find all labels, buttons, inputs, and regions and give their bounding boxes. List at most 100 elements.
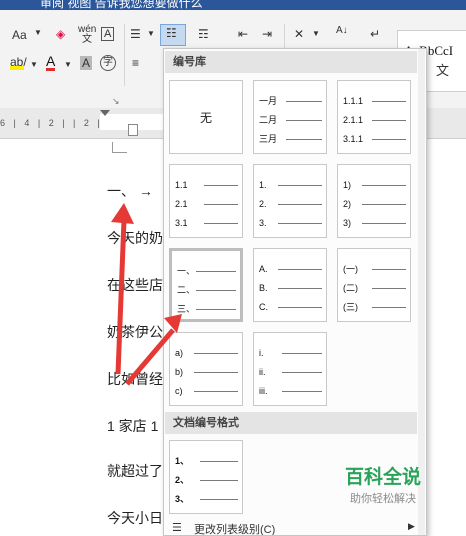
tile-placeholder-line — [278, 269, 322, 270]
tile-row: 三月 — [259, 133, 322, 145]
tile-placeholder-line — [200, 480, 238, 481]
clear-format-icon[interactable]: ◈ — [56, 27, 65, 41]
char-border-button[interactable]: A — [101, 27, 115, 41]
side-text: 文 — [436, 63, 450, 78]
tile-row: 二月 — [259, 114, 322, 126]
doc-format-tile[interactable]: 1、 2、 3、 — [169, 440, 243, 514]
increase-indent-icon[interactable]: ⇥ — [262, 27, 272, 41]
tile-placeholder-line — [372, 269, 406, 270]
tile-row: b) — [175, 366, 238, 378]
tile-number-label: 1) — [343, 180, 352, 190]
tile-number-label: 2.1.1 — [343, 115, 364, 125]
char-shading-button[interactable]: A — [80, 56, 93, 70]
multilevel-list-icon[interactable]: ☶ — [198, 27, 209, 41]
tile-row: 3.1 — [175, 217, 238, 229]
font-color-dropdown-icon[interactable]: ▼ — [64, 60, 72, 69]
doc-line: 比如曾经 — [107, 371, 163, 387]
font-color-button[interactable]: A — [46, 54, 56, 71]
tile-number-label: iii. — [259, 386, 268, 396]
tile-placeholder-line — [194, 391, 238, 392]
tile-row: 2、 — [175, 474, 238, 486]
tile-placeholder-line — [282, 372, 322, 373]
dialog-launcher-icon[interactable]: ↘ — [112, 96, 120, 107]
tile-row: (一) — [343, 263, 406, 275]
tile-row: 2.1.1 — [343, 114, 406, 126]
tile-row: 2.1 — [175, 198, 238, 210]
tile-row: (二) — [343, 282, 406, 294]
chinese-layout-icon[interactable]: ✕ — [294, 27, 304, 41]
numbering-tile[interactable]: 1.1 2.1 3.1 — [169, 164, 243, 238]
tile-number-label: 3) — [343, 218, 352, 228]
tile-placeholder-line — [196, 290, 236, 291]
chinese-layout-dropdown-icon[interactable]: ▼ — [312, 29, 320, 38]
phonetic-guide-button[interactable]: wén文 — [78, 25, 96, 45]
tile-row: 1) — [343, 179, 406, 191]
enclose-char-button[interactable]: 字 — [100, 55, 116, 71]
tile-placeholder-line — [282, 353, 322, 354]
tile-row: 1、 — [175, 455, 238, 467]
numbering-tile[interactable]: 一月 二月 三月 — [253, 80, 327, 154]
tile-number-label: 3. — [259, 218, 267, 228]
tile-row: 2) — [343, 198, 406, 210]
watermark-title: 百科全说 — [344, 467, 421, 488]
numbering-tile[interactable]: (一) (二) (三) — [337, 248, 411, 322]
tile-row: A. — [259, 263, 322, 275]
list-level-icon: ☰ — [172, 522, 182, 534]
tile-number-label: C. — [259, 302, 268, 312]
numbering-tile[interactable]: A. B. C. — [253, 248, 327, 322]
sort-icon[interactable]: A↓ — [336, 25, 348, 36]
numbering-tile-none[interactable]: 无 — [169, 80, 243, 154]
bullets-dropdown-icon[interactable]: ▼ — [147, 29, 155, 38]
highlight-icon[interactable]: ab/ — [10, 55, 27, 69]
first-line-indent-marker[interactable] — [100, 110, 110, 116]
tile-row: 1.1 — [175, 179, 238, 191]
numbering-tile[interactable]: a) b) c) — [169, 332, 243, 406]
hanging-indent-marker[interactable] — [128, 124, 138, 136]
show-marks-icon[interactable]: ↵ — [370, 27, 380, 41]
bullets-icon[interactable]: ☰ — [130, 27, 141, 41]
tile-number-label: (三) — [343, 302, 358, 312]
highlight-dropdown-icon[interactable]: ▼ — [30, 60, 38, 69]
tile-placeholder-line — [286, 101, 322, 102]
watermark-subtitle: 助你轻松解决 — [350, 493, 416, 505]
tile-placeholder-line — [200, 499, 238, 500]
tile-placeholder-line — [278, 288, 322, 289]
tile-number-label: 2.1 — [175, 199, 188, 209]
tile-number-label: 一、 — [177, 266, 196, 276]
tile-placeholder-line — [372, 288, 406, 289]
numbering-tile[interactable]: 1. 2. 3. — [253, 164, 327, 238]
align-left-icon[interactable]: ≡ — [132, 56, 139, 70]
tile-row: 2. — [259, 198, 322, 210]
tile-placeholder-line — [286, 120, 322, 121]
doc-formats-header: 文档编号格式 — [165, 412, 417, 434]
change-case-button[interactable]: Aa — [12, 28, 27, 42]
numbering-tile[interactable]: i. ii. iii. — [253, 332, 327, 406]
doc-line: 一、 → — [107, 183, 153, 199]
tile-placeholder-line — [278, 204, 322, 205]
numbering-tile[interactable]: 一、 二、 三、 — [169, 248, 243, 322]
tile-placeholder-line — [372, 139, 406, 140]
tile-row: 1. — [259, 179, 322, 191]
tile-row: 一、 — [177, 265, 236, 277]
tile-number-label: i. — [259, 348, 264, 358]
numbering-tile[interactable]: 1) 2) 3) — [337, 164, 411, 238]
tile-number-label: 1.1 — [175, 180, 188, 190]
tile-row: i. — [259, 347, 322, 359]
chevron-down-icon[interactable]: ▼ — [34, 28, 42, 37]
tile-placeholder-line — [278, 223, 322, 224]
tile-placeholder-line — [194, 353, 238, 354]
tile-placeholder-line — [194, 372, 238, 373]
tile-placeholder-line — [278, 185, 322, 186]
decrease-indent-icon[interactable]: ⇤ — [238, 27, 248, 41]
numbering-tile[interactable]: 1.1.1 2.1.1 3.1.1 — [337, 80, 411, 154]
tile-number-label: 3.1 — [175, 218, 188, 228]
tile-row: c) — [175, 385, 238, 397]
tile-number-label: 二、 — [177, 285, 196, 295]
tile-row: ii. — [259, 366, 322, 378]
tile-placeholder-line — [362, 204, 406, 205]
tile-number-label: b) — [175, 367, 184, 377]
tile-placeholder-line — [362, 185, 406, 186]
submenu-arrow-icon: ▶ — [408, 521, 415, 531]
ribbon-tabs-tail: 审阅 视图 告诉我您想要做什么 — [40, 0, 203, 10]
doc-line: 就超过了 — [107, 463, 163, 479]
